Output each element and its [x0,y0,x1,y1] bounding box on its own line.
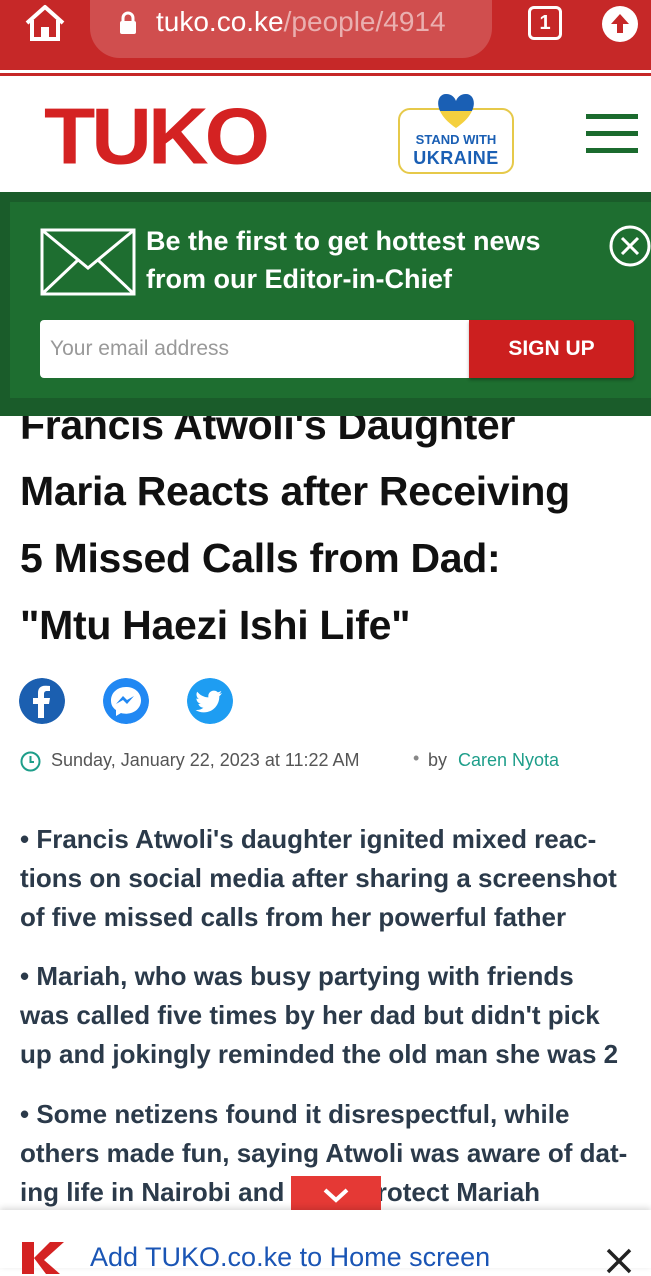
bullet-3-line-1: • Some netizens found it disrespectful, … [20,1099,570,1129]
stand-with-ukraine-badge[interactable]: STAND WITH UKRAINE [398,92,514,176]
ukraine-line2: UKRAINE [413,148,499,168]
hamburger-menu-icon[interactable] [586,114,638,154]
tuko-logo[interactable]: TUKO [44,96,270,176]
home-icon[interactable] [22,3,68,43]
bullet-2-line-1: • Mariah, who was busy partying with fri… [20,961,574,991]
add-to-home-banner[interactable]: Add TUKO.co.ke to Home screen [0,1210,651,1274]
author-link[interactable]: Caren Nyota [458,750,559,771]
sign-up-button[interactable]: SIGN UP [469,320,634,378]
ukraine-line1: STAND WITH [415,132,497,147]
bullet-1-line-1: • Francis Atwoli's daughter ignited mixe… [20,824,597,854]
mail-icon [40,228,136,296]
tuko-k-logo [22,1242,64,1274]
tab-switcher-icon[interactable]: 1 [528,6,562,40]
bullet-2-line-2: was called five times by her dad but did… [20,1000,600,1030]
bullet-2-line-3: up and jokingly reminded the old man she… [20,1039,619,1069]
close-icon[interactable] [604,1246,634,1276]
clock-icon [20,751,41,772]
lock-icon [120,11,136,34]
bullet-3-line-2: others made fun, saying Atwoli was aware… [20,1138,628,1168]
article-title-line-3: 5 Missed Calls from Dad: [20,535,501,581]
newsletter-headline-line1: Be the first to get hottest news [146,226,541,256]
browser-toolbar: tuko.co.ke/people/4914 1 [0,0,651,70]
newsletter-headline-line2: from our Editor-in-Chief [146,264,452,294]
meta-separator: • [413,748,420,768]
summary-bullet-2: • Mariah, who was busy partying with fri… [20,957,651,1074]
scroll-down-button[interactable] [291,1176,381,1210]
article-meta: Sunday, January 22, 2023 at 11:22 AM • b… [20,748,640,774]
url-path: /people/4914 [283,6,446,37]
site-header: TUKO STAND WITH UKRAINE [0,76,651,192]
messenger-icon[interactable] [103,678,149,724]
by-label: by [428,750,448,770]
url-host: tuko.co.ke [156,6,284,37]
article-title-line-4: "Mtu Haezi Ishi Life" [20,602,411,648]
close-circle-icon[interactable] [608,224,651,268]
bullet-1-line-2: tions on social media after sharing a sc… [20,863,617,893]
article-title-line-2: Maria Reacts after Receiving [20,468,570,514]
publish-date: Sunday, January 22, 2023 at 11:22 AM [51,750,360,770]
add-to-home-label[interactable]: Add TUKO.co.ke to Home screen [90,1242,490,1273]
upload-icon[interactable] [602,6,638,42]
facebook-icon[interactable] [19,678,65,724]
summary-bullet-1: • Francis Atwoli's daughter ignited mixe… [20,820,651,937]
email-input[interactable] [40,320,470,378]
bullet-1-line-3: of five missed calls from her powerful f… [20,902,567,932]
chevron-down-icon [323,1188,349,1203]
newsletter-headline: Be the first to get hottest news from ou… [146,222,586,298]
heart-icon [438,94,474,128]
title-clipped-area: Francis Atwoli's Daughter [0,416,651,456]
article-title-line-1: Francis Atwoli's Daughter [20,416,516,448]
url-text: tuko.co.ke/people/4914 [156,6,486,38]
twitter-icon[interactable] [187,678,233,724]
address-bar[interactable]: tuko.co.ke/people/4914 [90,0,492,58]
